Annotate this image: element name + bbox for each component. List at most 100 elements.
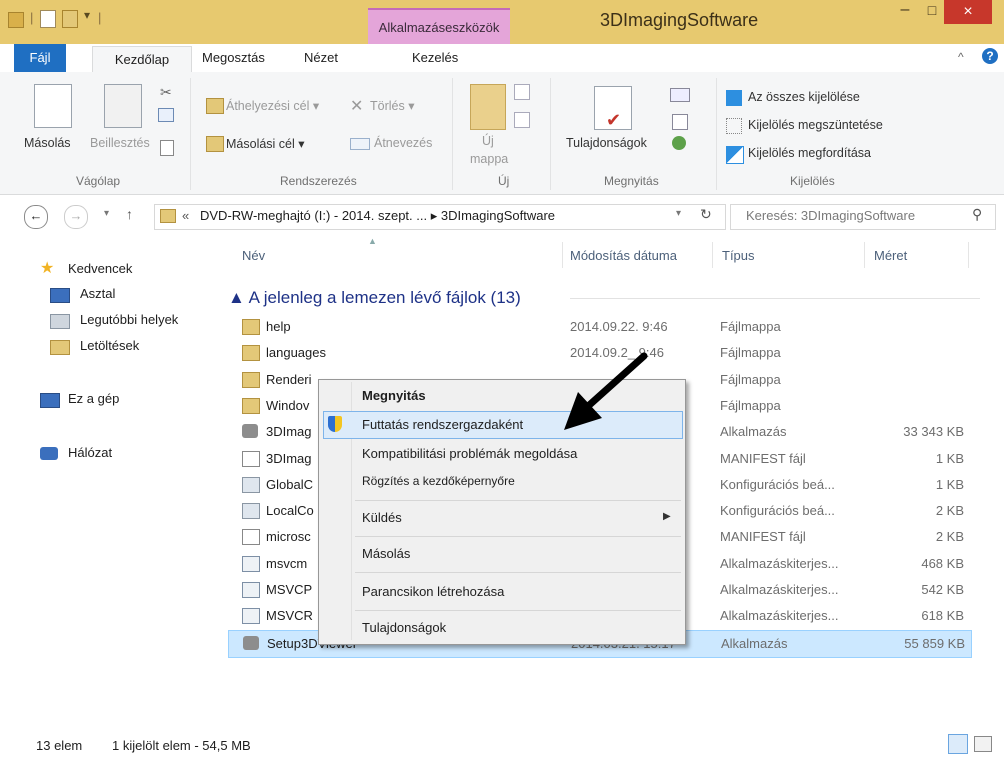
group-label-new: Új xyxy=(498,174,510,188)
select-none-icon xyxy=(726,118,742,134)
dll-icon xyxy=(242,608,260,625)
help-icon[interactable]: ? xyxy=(982,48,998,64)
details-view-icon[interactable] xyxy=(948,734,968,754)
file-type: Konfigurációs beá... xyxy=(720,476,835,492)
app-icon xyxy=(242,424,258,439)
menu-item-run-as-admin[interactable]: Futtatás rendszergazdaként xyxy=(362,417,523,432)
address-folder-icon xyxy=(160,209,176,223)
window-title: 3DImagingSoftware xyxy=(600,10,759,30)
copy-to-button[interactable]: Másolási cél ▾ xyxy=(226,136,305,151)
new-folder-button-line1[interactable]: Új xyxy=(482,134,494,148)
nav-favorites[interactable]: Kedvencek xyxy=(68,261,132,276)
properties-quick-icon[interactable] xyxy=(40,10,56,28)
status-item-count: 13 elem xyxy=(36,738,83,753)
tab-file[interactable]: Fájl xyxy=(14,44,66,72)
dll-icon xyxy=(242,555,260,572)
nav-downloads[interactable]: Letöltések xyxy=(80,338,139,353)
tab-share[interactable]: Megosztás xyxy=(202,50,265,65)
copy-button[interactable]: Másolás xyxy=(24,136,71,150)
new-folder-quick-icon[interactable] xyxy=(62,10,78,28)
tab-manage[interactable]: Kezelés xyxy=(412,50,458,65)
easy-access-icon[interactable] xyxy=(514,112,530,128)
copy-icon xyxy=(34,84,72,128)
config-icon xyxy=(242,476,260,493)
menu-item-pin-start[interactable]: Rögzítés a kezdőképernyőre xyxy=(362,474,515,488)
address-dropdown-icon[interactable]: ▾ xyxy=(676,208,681,219)
copy-path-icon[interactable] xyxy=(158,108,174,122)
menu-item-compatibility[interactable]: Kompatibilitási problémák megoldása xyxy=(362,446,577,461)
select-all-button[interactable]: Az összes kijelölése xyxy=(748,90,860,104)
menu-item-send-to[interactable]: Küldés xyxy=(362,510,402,525)
nav-this-pc[interactable]: Ez a gép xyxy=(68,391,119,406)
file-name: 3DImag xyxy=(266,450,312,466)
rename-button[interactable]: Átnevezés xyxy=(374,136,432,150)
file-size: 1 KB xyxy=(935,476,964,492)
menu-separator xyxy=(355,536,681,537)
large-icons-view-icon[interactable] xyxy=(974,736,992,752)
file-name: 3DImag xyxy=(266,424,312,440)
properties-button[interactable]: Tulajdonságok xyxy=(566,136,647,150)
menu-item-copy[interactable]: Másolás xyxy=(362,546,410,561)
nav-recent[interactable]: Legutóbbi helyek xyxy=(80,312,178,327)
tab-view[interactable]: Nézet xyxy=(304,50,338,65)
file-type: Konfigurációs beá... xyxy=(720,503,835,519)
minimize-button[interactable]: – xyxy=(890,0,920,22)
up-icon[interactable]: ↑ xyxy=(126,206,133,222)
forward-icon[interactable]: → xyxy=(64,205,88,229)
maximize-button[interactable]: □ xyxy=(920,0,944,22)
column-separator[interactable] xyxy=(562,242,563,268)
customize-quick-access-icon[interactable]: ▾ xyxy=(84,8,90,22)
file-size: 33 343 KB xyxy=(903,424,964,440)
group-header-line xyxy=(570,298,980,299)
status-selection: 1 kijelölt elem - 54,5 MB xyxy=(112,738,251,753)
collapse-ribbon-icon[interactable]: ^ xyxy=(958,50,964,64)
menu-item-open[interactable]: Megnyitás xyxy=(362,388,426,403)
delete-button[interactable]: Törlés ▾ xyxy=(370,98,414,113)
file-type: Fájlmappa xyxy=(720,345,781,361)
refresh-icon[interactable]: ↻ xyxy=(700,206,712,223)
folder-icon xyxy=(242,319,260,335)
recent-locations-icon[interactable]: ▾ xyxy=(104,208,109,219)
search-icon[interactable]: ⚲ xyxy=(972,206,982,223)
file-name: Windov xyxy=(266,397,310,413)
nav-desktop[interactable]: Asztal xyxy=(80,286,115,301)
nav-network[interactable]: Hálózat xyxy=(68,445,112,460)
back-icon[interactable]: ← xyxy=(24,205,48,229)
history-icon[interactable] xyxy=(672,136,686,150)
file-row[interactable]: help 2014.09.22. 9:46 Fájlmappa xyxy=(228,314,970,340)
file-size: 2 KB xyxy=(935,503,964,519)
address-overflow[interactable]: « xyxy=(182,208,189,223)
new-item-icon[interactable] xyxy=(514,84,530,100)
paste-button[interactable]: Beillesztés xyxy=(90,136,150,150)
file-name: LocalCo xyxy=(266,503,314,519)
new-folder-button-line2[interactable]: mappa xyxy=(470,152,508,166)
copy-to-icon xyxy=(206,136,224,152)
address-path[interactable]: DVD-RW-meghajtó (I:) - 2014. szept. ... … xyxy=(200,208,555,224)
file-size: 618 KB xyxy=(921,608,964,624)
column-separator[interactable] xyxy=(864,242,865,268)
file-name: Renderi xyxy=(266,371,312,387)
close-button[interactable]: × xyxy=(944,0,992,24)
column-header-name[interactable]: Név xyxy=(242,248,265,263)
tab-home[interactable]: Kezdőlap xyxy=(92,46,192,73)
file-type: Alkalmazás xyxy=(721,635,788,651)
column-header-date[interactable]: Módosítás dátuma xyxy=(570,248,677,263)
select-none-button[interactable]: Kijelölés megszüntetése xyxy=(748,118,883,132)
menu-item-properties[interactable]: Tulajdonságok xyxy=(362,620,446,635)
column-header-type[interactable]: Típus xyxy=(722,248,755,263)
paste-icon xyxy=(104,84,142,128)
select-all-icon xyxy=(726,90,742,106)
cut-icon[interactable]: ✂ xyxy=(160,84,172,101)
ribbon-separator xyxy=(716,78,717,190)
group-header[interactable]: ▲ A jelenleg a lemezen lévő fájlok (13) xyxy=(228,288,521,308)
column-separator[interactable] xyxy=(968,242,969,268)
column-separator[interactable] xyxy=(712,242,713,268)
menu-item-create-shortcut[interactable]: Parancsikon létrehozása xyxy=(362,584,504,599)
invert-selection-button[interactable]: Kijelölés megfordítása xyxy=(748,146,871,160)
paste-shortcut-icon[interactable] xyxy=(160,140,174,156)
column-header-size[interactable]: Méret xyxy=(874,248,907,263)
open-icon[interactable] xyxy=(670,88,690,102)
folder-icon xyxy=(242,345,260,362)
move-to-button[interactable]: Áthelyezési cél ▾ xyxy=(226,98,319,113)
edit-icon[interactable] xyxy=(672,114,688,130)
